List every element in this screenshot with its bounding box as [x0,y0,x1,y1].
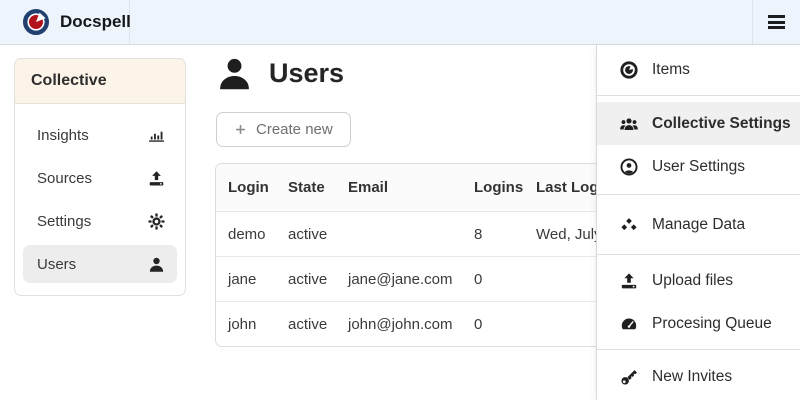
sidebar-item-label: Insights [37,127,89,144]
cell-state: active [288,316,348,333]
menu-group: Items [597,45,800,95]
column-header-email: Email [348,179,474,196]
topbar: Docspell [0,0,800,45]
cell-email: john@john.com [348,316,474,333]
menu-item-upload-files[interactable]: Upload files [597,259,800,302]
sidebar-item-label: Sources [37,170,92,187]
menu-item-processing-queue[interactable]: Procesing Queue [597,302,800,345]
nav-dropdown-menu: Items Collective Settings User Settings … [596,45,800,400]
upload-icon [148,170,165,187]
menu-group: New Invites [597,350,800,398]
upload-icon [620,272,638,290]
cell-login: john [228,316,288,333]
hamburger-icon [768,12,785,31]
column-header-logins: Logins [474,179,536,196]
cell-state: active [288,226,348,243]
brand-name: Docspell [60,12,131,32]
cell-logins: 8 [474,226,536,243]
docspell-app: Docspell Collective Insights Sources Set… [0,0,800,400]
create-new-label: Create new [256,121,333,138]
menu-item-label: Collective Settings [652,115,791,133]
tachometer-icon [620,315,638,333]
key-icon [620,368,638,386]
cell-login: demo [228,226,288,243]
users-group-icon [620,115,638,133]
menu-group: Collective Settings User Settings [597,96,800,194]
page-title: Users [269,58,344,89]
cell-logins: 0 [474,316,536,333]
column-header-login: Login [228,179,288,196]
create-new-button[interactable]: Create new [216,112,351,147]
menu-item-collective-settings[interactable]: Collective Settings [597,102,800,145]
cell-logins: 0 [474,271,536,288]
column-header-state: State [288,179,348,196]
sidebar-item-insights[interactable]: Insights [23,116,177,154]
cell-login: jane [228,271,288,288]
menu-item-label: Procesing Queue [652,315,772,333]
user-circle-icon [620,158,638,176]
cubes-icon [620,216,638,234]
gear-icon [148,213,165,230]
topbar-spacer [130,0,752,44]
menu-item-user-settings[interactable]: User Settings [597,145,800,188]
menu-group: Upload files Procesing Queue [597,255,800,349]
brand-home-link[interactable]: Docspell [0,0,130,44]
user-icon [148,256,165,273]
menu-item-label: User Settings [652,158,745,176]
menu-item-label: Upload files [652,272,733,290]
menu-item-label: Manage Data [652,216,745,234]
sidebar-item-label: Settings [37,213,91,230]
sidebar-item-sources[interactable]: Sources [23,159,177,197]
page-title-row: Users [216,55,344,92]
sidebar-item-label: Users [37,256,76,273]
cell-state: active [288,271,348,288]
docspell-logo-icon [22,8,50,36]
menu-item-label: Items [652,61,690,79]
sidebar-item-settings[interactable]: Settings [23,202,177,240]
plus-icon [234,123,247,136]
cell-email: jane@jane.com [348,271,474,288]
menu-group: Manage Data [597,195,800,254]
logo-circle-icon [620,61,638,79]
user-icon [216,55,253,92]
sidebar-header: Collective [15,59,185,104]
menu-item-new-invites[interactable]: New Invites [597,355,800,398]
menu-toggle-button[interactable] [752,0,800,44]
sidebar: Collective Insights Sources Settings Use… [14,58,186,296]
menu-item-items[interactable]: Items [597,48,800,91]
menu-item-manage-data[interactable]: Manage Data [597,203,800,246]
menu-item-label: New Invites [652,368,732,386]
sidebar-item-users[interactable]: Users [23,245,177,283]
bar-chart-icon [148,127,165,144]
sidebar-nav: Insights Sources Settings Users [15,104,185,295]
